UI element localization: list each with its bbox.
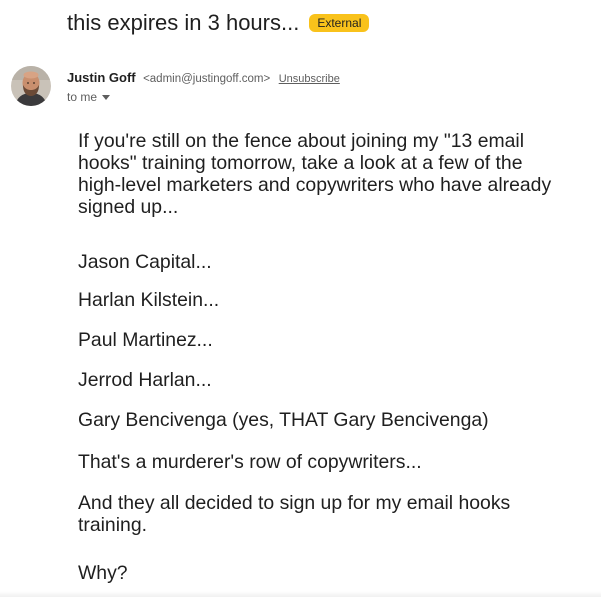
chevron-down-icon: [102, 94, 111, 100]
sender-name[interactable]: Justin Goff: [67, 70, 136, 85]
body-paragraph: That's a murderer's row of copywriters..…: [78, 451, 422, 473]
recipient-label: to me: [67, 90, 98, 104]
unsubscribe-link[interactable]: Unsubscribe: [279, 73, 340, 85]
body-paragraph: And they all decided to sign up for my e…: [78, 492, 511, 536]
body-paragraph: Gary Bencivenga (yes, THAT Gary Benciven…: [78, 409, 489, 431]
sender-email: <admin@justingoff.com>: [143, 73, 271, 85]
body-paragraph: Jerrod Harlan...: [78, 369, 212, 391]
body-paragraph: Paul Martinez...: [78, 329, 213, 351]
body-paragraph: Harlan Kilstein...: [78, 289, 220, 311]
recipient-dropdown[interactable]: to me: [67, 90, 111, 104]
email-subject: this expires in 3 hours...: [67, 10, 300, 35]
subject-row: this expires in 3 hours... External: [67, 10, 370, 36]
bottom-divider: [0, 591, 601, 597]
body-paragraph: Jason Capital...: [78, 251, 212, 273]
external-label-badge[interactable]: External: [309, 14, 370, 32]
avatar-photo-icon: [11, 66, 51, 106]
body-paragraph: If you're still on the fence about joini…: [78, 130, 552, 218]
body-paragraph: Why?: [78, 562, 128, 584]
sender-avatar[interactable]: [11, 66, 51, 106]
sender-info: Justin Goff <admin@justingoff.com> Unsub…: [67, 69, 340, 87]
